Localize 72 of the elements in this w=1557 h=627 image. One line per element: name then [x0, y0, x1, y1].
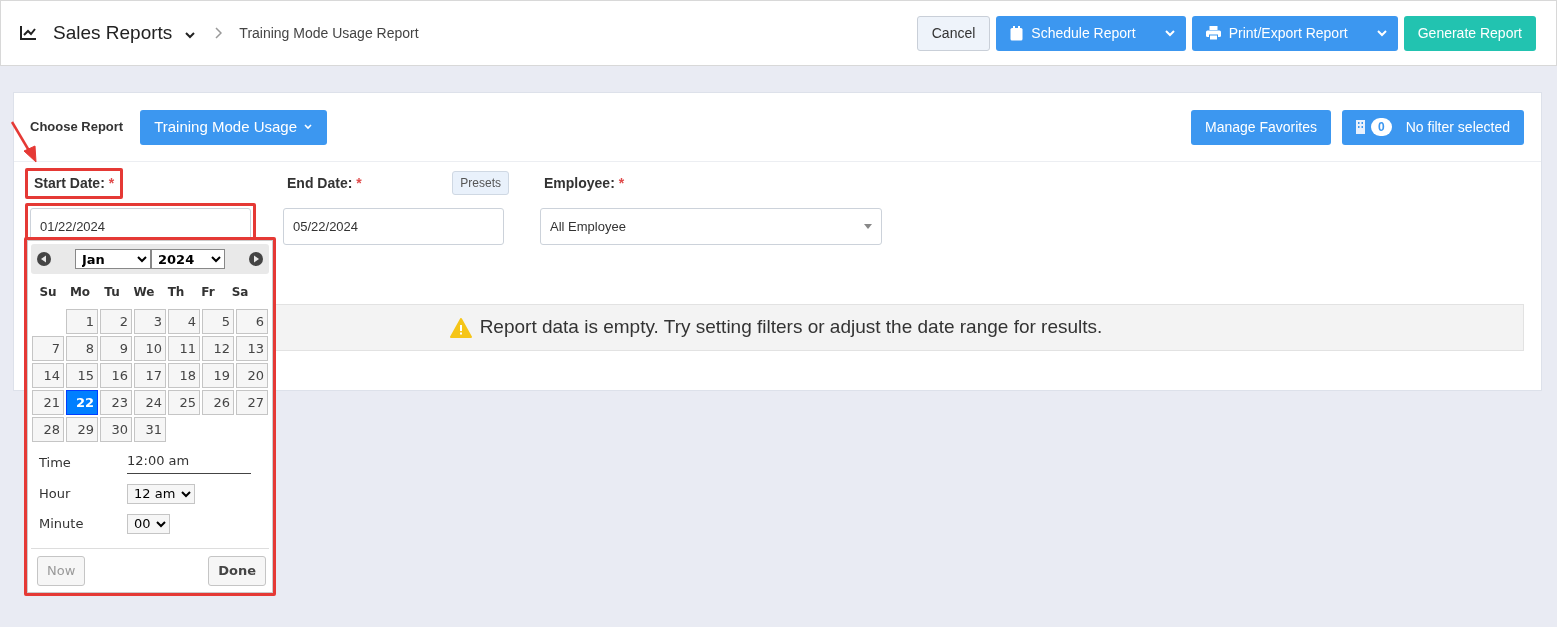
chevron-down-icon[interactable] — [184, 29, 197, 41]
calendar-day[interactable]: 25 — [168, 390, 200, 415]
calendar-day[interactable]: 10 — [134, 336, 166, 361]
calendar-day[interactable]: 12 — [202, 336, 234, 361]
calendar-day[interactable]: 1 — [66, 309, 98, 334]
calendar-day[interactable]: 9 — [100, 336, 132, 361]
calendar-day[interactable]: 15 — [66, 363, 98, 388]
chevron-right-icon — [214, 27, 223, 39]
previous-month-icon[interactable] — [37, 252, 51, 266]
calendar-day[interactable]: 8 — [66, 336, 98, 361]
calendar-day[interactable]: 2 — [100, 309, 132, 334]
warning-icon — [449, 317, 472, 338]
employee-select[interactable]: All Employee — [540, 208, 882, 245]
building-icon — [1356, 120, 1366, 134]
calendar-day[interactable]: 31 — [134, 417, 166, 442]
date-input[interactable]: 05/22/2024 — [283, 208, 504, 245]
calendar-day[interactable]: 3 — [134, 309, 166, 334]
calendar-day[interactable]: 21 — [32, 390, 64, 415]
time-label: Minute — [39, 514, 85, 533]
calendar-day[interactable]: 19 — [202, 363, 234, 388]
calendar-day[interactable]: 17 — [134, 363, 166, 388]
year-select[interactable]: 2024 — [151, 249, 225, 269]
chevron-down-icon — [1163, 27, 1176, 39]
weekday-label: Tu — [103, 284, 121, 301]
time-label: Hour — [39, 484, 72, 503]
weekday-label: Th — [166, 284, 186, 301]
calendar-day[interactable]: 24 — [134, 390, 166, 415]
chart-icon — [19, 25, 37, 41]
time-value: 12:00 am — [127, 451, 251, 474]
weekday-label: We — [132, 284, 156, 301]
time-label: Time — [39, 453, 72, 472]
field-label: Start Date: * — [34, 174, 115, 191]
calendar-day[interactable]: 5 — [202, 309, 234, 334]
calendar-day[interactable]: 26 — [202, 390, 234, 415]
choose-report-label: Choose Report — [30, 118, 124, 137]
weekday-label: Mo — [68, 284, 92, 301]
calendar-day[interactable]: 14 — [32, 363, 64, 388]
calendar-icon — [1010, 25, 1024, 41]
calendar-day[interactable]: 28 — [32, 417, 64, 442]
breadcrumb-current: Training Mode Usage Report — [239, 23, 419, 43]
weekday-label: Fr — [200, 284, 216, 301]
done-button[interactable]: Done — [208, 555, 266, 586]
calendar-day[interactable]: 16 — [100, 363, 132, 388]
calendar-day[interactable]: 13 — [236, 336, 268, 361]
minute-select[interactable]: 00 — [127, 513, 170, 534]
calendar-day[interactable]: 23 — [100, 390, 132, 415]
calendar-day[interactable]: 18 — [168, 363, 200, 388]
printer-icon — [1205, 26, 1221, 40]
next-month-icon[interactable] — [249, 252, 263, 266]
dropdown-triangle-icon — [864, 224, 872, 229]
page-title: Sales Reports — [53, 20, 173, 45]
calendar-day[interactable]: 22 — [66, 390, 98, 415]
calendar-day[interactable]: 7 — [32, 336, 64, 361]
field-label: Employee: * — [544, 174, 625, 191]
calendar-day[interactable]: 4 — [168, 309, 200, 334]
cancel-button[interactable]: Cancel — [916, 15, 991, 51]
empty-report-text: Report data is empty. Try setting filters or adjust the date range for results. — [479, 315, 1103, 340]
presets-button[interactable]: Presets — [452, 171, 509, 195]
calendar-day[interactable]: 11 — [168, 336, 200, 361]
calendar-day[interactable]: 27 — [236, 390, 268, 415]
weekday-label: Su — [38, 284, 58, 301]
chevron-down-icon — [1375, 27, 1388, 39]
filter-count-badge: 0 — [1371, 118, 1392, 136]
calendar-day[interactable]: 29 — [66, 417, 98, 442]
chevron-down-icon — [303, 122, 314, 132]
weekday-label: Sa — [230, 284, 250, 301]
calendar-day[interactable]: 6 — [236, 309, 268, 334]
calendar-day[interactable]: 20 — [236, 363, 268, 388]
month-select[interactable]: Jan — [75, 249, 151, 269]
hour-select[interactable]: 12 am — [127, 483, 195, 504]
calendar-day[interactable]: 30 — [100, 417, 132, 442]
field-label: End Date: * — [287, 174, 362, 191]
